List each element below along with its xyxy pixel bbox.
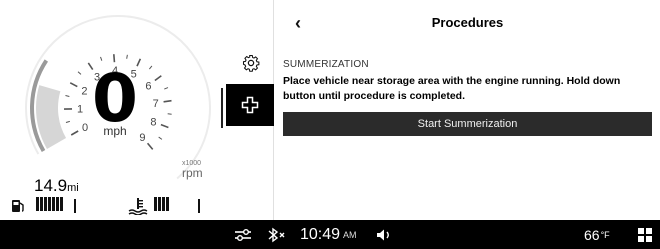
fuel-pump-icon — [12, 200, 24, 212]
fuel-bar-segment — [36, 196, 39, 211]
side-rail — [221, 0, 274, 220]
rpm-tick-label: 8 — [150, 117, 156, 129]
apps-grid-button[interactable] — [638, 220, 652, 249]
fuel-bar-segment — [48, 196, 51, 211]
speed-readout: 0 — [92, 60, 138, 137]
settings-gear-button[interactable] — [242, 54, 260, 72]
rpm-tick-label: 9 — [139, 132, 145, 144]
fuel-bar-segment — [44, 196, 47, 211]
gauge-major-tick — [160, 123, 169, 129]
procedures-panel: ‹ Procedures SUMMERIZATION Place vehicle… — [275, 0, 660, 220]
coolant-level-bar — [154, 196, 170, 216]
odometer-value: 14.9 — [34, 176, 68, 195]
fuel-gauge — [10, 196, 76, 216]
start-summerization-button[interactable]: Start Summerization — [283, 112, 652, 136]
gauge-major-tick — [69, 82, 78, 88]
sliders-icon — [235, 228, 251, 241]
quick-settings-button[interactable] — [234, 220, 252, 249]
clock: 10:49 AM — [300, 220, 357, 249]
gauge-minor-tick — [65, 120, 70, 123]
fuel-bar-end — [74, 199, 76, 213]
volume-button[interactable] — [376, 220, 394, 249]
gear-icon — [242, 54, 260, 72]
section-label: SUMMERIZATION — [283, 59, 369, 70]
bluetooth-off-icon — [268, 227, 285, 242]
bluetooth-status[interactable] — [267, 220, 287, 249]
gauge-minor-tick — [126, 54, 128, 59]
coolant-temp-gauge — [128, 196, 200, 216]
gauge-minor-tick — [164, 87, 169, 90]
page-title: Procedures — [431, 15, 504, 30]
coolant-temp-icon — [128, 198, 148, 215]
status-bar: 10:49 AM 66 °F — [0, 220, 660, 249]
instrument-cluster: 0123456789 0 mph x1000 rpm 14.9mi — [0, 0, 226, 220]
rpm-tick-label: 6 — [145, 80, 151, 92]
rpm-idle-band — [36, 85, 67, 149]
coolant-bar-segment — [162, 196, 165, 211]
rail-scroll-indicator — [221, 88, 223, 128]
odometer: 14.9mi — [34, 176, 79, 196]
rpm-tick-label: 2 — [81, 85, 87, 97]
procedures-rail-button[interactable] — [226, 84, 274, 126]
gauge-minor-tick — [149, 65, 153, 70]
gauge-major-tick — [70, 130, 79, 136]
gauge-major-tick — [163, 99, 172, 103]
rpm-tick-label: 7 — [153, 98, 159, 110]
rpm-tick-label: 1 — [77, 104, 83, 116]
coolant-bar-segment — [166, 196, 169, 211]
clock-time: 10:49 — [300, 225, 341, 243]
gauge-major-tick — [154, 75, 162, 82]
coolant-bar-segment — [154, 196, 157, 211]
procedure-description: Place vehicle near storage area with the… — [283, 75, 621, 102]
fuel-level-bar — [36, 196, 64, 216]
clock-ampm: AM — [343, 229, 357, 240]
coolant-bar-end — [198, 199, 200, 213]
gauge-major-tick — [146, 142, 154, 150]
fuel-bar-segment — [60, 196, 63, 211]
gauge-minor-tick — [65, 95, 70, 97]
rpm-tick-label: 0 — [82, 122, 88, 134]
speaker-icon — [377, 229, 389, 240]
gauge-minor-tick — [77, 71, 82, 75]
outside-temp-value: 66 — [584, 226, 600, 243]
fuel-bar-segment — [40, 196, 43, 211]
rpm-label: rpm — [182, 166, 203, 180]
speed-unit: mph — [103, 124, 127, 138]
plus-cross-icon — [241, 96, 259, 114]
odometer-unit: mi — [67, 182, 79, 194]
fuel-bar-segment — [52, 196, 55, 211]
grid-icon — [638, 227, 652, 242]
outside-temp-unit: °F — [600, 229, 610, 240]
gauge-minor-tick — [158, 136, 163, 140]
coolant-bar-segment — [158, 196, 161, 211]
fuel-bar-segment — [56, 196, 59, 211]
outside-temperature: 66 °F — [584, 220, 610, 249]
